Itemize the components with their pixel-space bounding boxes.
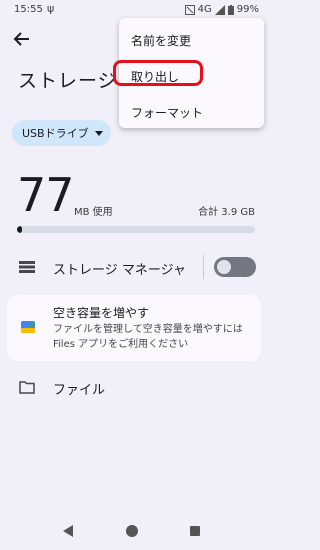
divider xyxy=(203,255,204,279)
usage-progress-fill xyxy=(17,226,22,233)
usb-icon: ψ xyxy=(47,2,55,15)
card-description: ファイルを管理して空き容量を増やすには Files アプリをご利用ください xyxy=(53,324,243,350)
folder-icon xyxy=(19,381,35,394)
nav-back-icon[interactable] xyxy=(62,525,74,537)
files-app-icon xyxy=(21,321,35,333)
volume-selector[interactable]: USBドライブ xyxy=(12,120,111,146)
wifi-off-icon xyxy=(184,4,195,15)
battery-level: 99% xyxy=(236,4,259,15)
highlight-box xyxy=(113,60,203,86)
total-capacity: 合計 3.9 GB xyxy=(198,207,255,218)
free-up-space-card[interactable]: 空き容量を増やす ファイルを管理して空き容量を増やすには Files アプリをご… xyxy=(7,295,261,361)
status-bar: 15:55 ψ 4G 99% xyxy=(0,0,267,20)
signal-icon xyxy=(214,4,225,15)
toggle-knob xyxy=(217,260,231,274)
used-value: 77 xyxy=(17,168,75,222)
page-title: ストレージ xyxy=(18,70,118,92)
status-time: 15:55 xyxy=(14,4,43,15)
volume-selector-label: USBドライブ xyxy=(22,127,89,140)
menu-item-rename[interactable]: 名前を変更 xyxy=(131,32,191,49)
storage-list-icon xyxy=(19,261,35,273)
usage-progress-bar xyxy=(17,226,255,233)
files-row-label[interactable]: ファイル xyxy=(53,379,105,398)
used-unit: MB 使用 xyxy=(74,207,113,218)
nav-home-icon[interactable] xyxy=(126,525,138,537)
card-title: 空き容量を増やす xyxy=(53,306,150,320)
battery-icon xyxy=(227,4,234,15)
menu-item-format[interactable]: フォーマット xyxy=(131,104,203,121)
back-arrow-icon[interactable] xyxy=(11,28,33,50)
storage-manager-toggle[interactable] xyxy=(214,257,256,277)
dropdown-arrow-icon xyxy=(95,131,103,136)
system-nav-bar xyxy=(0,513,267,550)
storage-manager-label: ストレージ マネージャ xyxy=(53,263,186,278)
network-type: 4G xyxy=(197,4,212,15)
nav-recents-icon[interactable] xyxy=(190,526,200,536)
